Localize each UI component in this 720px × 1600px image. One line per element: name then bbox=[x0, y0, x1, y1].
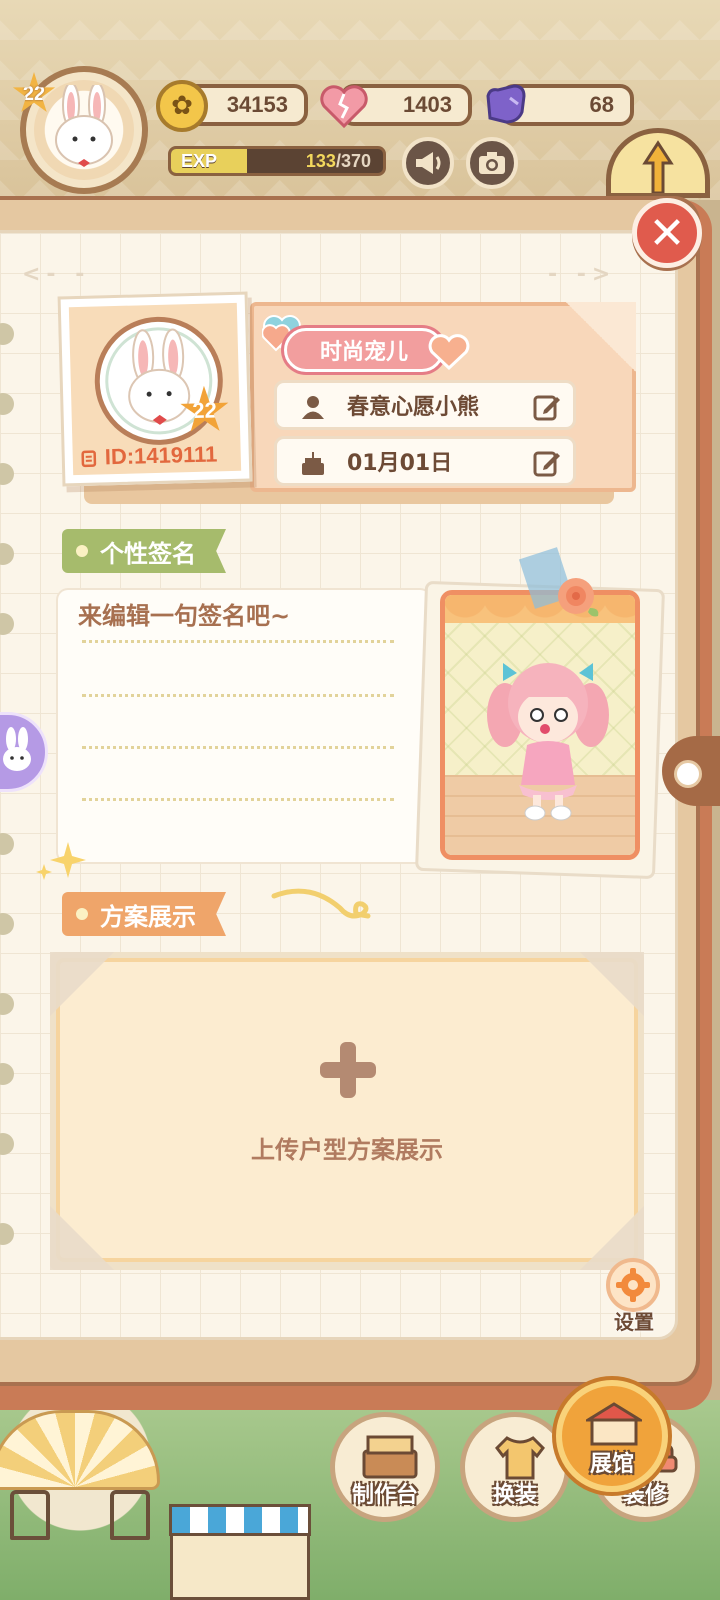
signature-text: 来编辑一句签名吧~ bbox=[78, 602, 291, 630]
player-avatar[interactable] bbox=[20, 66, 148, 194]
broken-heart-icon bbox=[318, 80, 370, 132]
character-photo[interactable] bbox=[440, 590, 640, 860]
plan-upload-area[interactable] bbox=[56, 958, 638, 1262]
prev-page-arrow-icon[interactable]: <- - bbox=[22, 262, 90, 288]
heart-decoration-icon bbox=[428, 334, 470, 371]
workbench-button[interactable]: 制作台 bbox=[330, 1412, 440, 1522]
birthday-value: 01月01日 bbox=[347, 451, 453, 476]
cafe-chair bbox=[110, 1490, 150, 1540]
exp-bar: EXP 133/370 bbox=[168, 146, 386, 176]
nickname-value: 春意心愿小熊 bbox=[347, 395, 480, 420]
person-icon bbox=[299, 393, 327, 421]
edit-icon[interactable] bbox=[531, 391, 563, 423]
signature-line bbox=[82, 694, 394, 697]
curly-arrow-icon bbox=[271, 888, 371, 919]
nickname-field[interactable]: 春意心愿小熊 bbox=[274, 380, 576, 430]
camera-icon bbox=[479, 152, 505, 174]
settings-label[interactable]: 设置 bbox=[602, 1306, 666, 1335]
signature-section-tag: 个性签名 bbox=[62, 529, 226, 573]
plan-section-tag: 方案展示 bbox=[62, 892, 226, 936]
signature-line bbox=[82, 640, 394, 643]
close-icon: ✕ bbox=[648, 207, 686, 259]
gallery-button[interactable]: 展馆 bbox=[556, 1380, 668, 1492]
glove-icon bbox=[480, 78, 532, 130]
close-button[interactable]: ✕ bbox=[632, 198, 702, 268]
signature-card[interactable]: 来编辑一句签名吧~ bbox=[58, 590, 430, 862]
gear-icon bbox=[616, 1268, 650, 1302]
exp-label: EXP bbox=[181, 151, 218, 171]
profile-photo-card: 22 ID:1419111 bbox=[57, 291, 253, 487]
plan-upload-label[interactable]: 上传户型方案展示 bbox=[0, 1130, 694, 1165]
exp-value: 133/370 bbox=[305, 151, 371, 171]
camera-button[interactable] bbox=[466, 137, 518, 189]
birthday-field[interactable]: 01月01日 bbox=[274, 436, 576, 486]
title-badge[interactable]: 时尚宠儿 bbox=[284, 328, 444, 372]
bunny-avatar-icon bbox=[55, 85, 113, 167]
market-stall bbox=[169, 1504, 311, 1600]
character-figure bbox=[487, 663, 609, 821]
bunny-icon bbox=[3, 727, 31, 771]
rabbit-coin-icon: ✿ bbox=[156, 80, 208, 132]
arrow-up-icon bbox=[642, 140, 674, 193]
announcement-button[interactable] bbox=[402, 137, 454, 189]
player-id[interactable]: ID:1419111 bbox=[80, 441, 218, 471]
signature-line bbox=[82, 746, 394, 749]
rose-icon bbox=[558, 578, 599, 617]
megaphone-icon bbox=[416, 152, 441, 174]
settings-button[interactable] bbox=[606, 1258, 660, 1312]
gallery-icon bbox=[584, 1398, 644, 1452]
profile-avatar[interactable] bbox=[93, 315, 225, 447]
next-page-arrow-icon[interactable]: - -> bbox=[548, 262, 616, 288]
dressup-button[interactable]: 换装 bbox=[460, 1412, 570, 1522]
add-plan-icon[interactable] bbox=[320, 1042, 376, 1098]
edit-icon[interactable] bbox=[531, 447, 563, 479]
signature-line bbox=[82, 798, 394, 801]
sparkle-icon bbox=[36, 842, 86, 880]
cake-icon bbox=[299, 449, 327, 477]
cafe-chair bbox=[10, 1490, 50, 1540]
copy-icon bbox=[81, 450, 97, 468]
